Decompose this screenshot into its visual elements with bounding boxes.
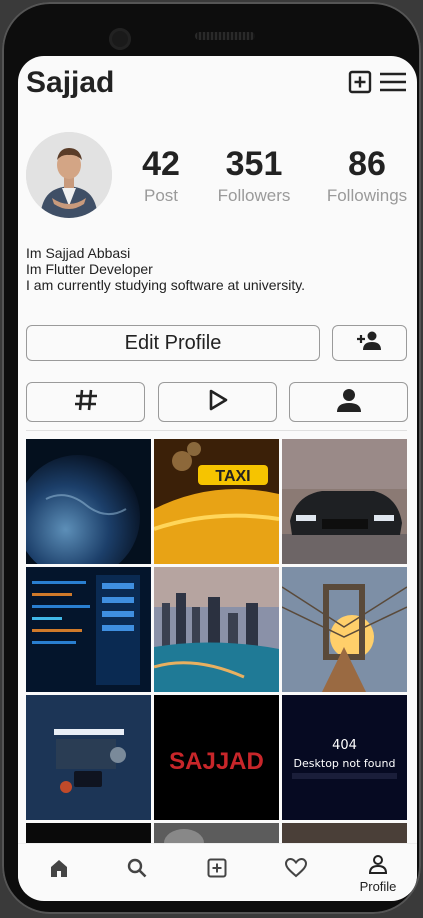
profile-icon (368, 855, 388, 878)
post-server[interactable] (26, 567, 151, 692)
posts-count: 42 (142, 145, 180, 183)
hashtag-icon (74, 388, 98, 417)
phone-frame: Sajjad 42 Post 351 Followers 86 Followin… (2, 2, 421, 914)
person-icon (336, 387, 362, 418)
error-message-text: Desktop not found (294, 757, 396, 770)
stat-followings[interactable]: 86 Followings (322, 146, 412, 206)
bio-line: Im Sajjad Abbasi (26, 245, 131, 261)
add-box-icon (207, 858, 227, 882)
nav-activity[interactable] (284, 857, 308, 883)
plus-square-icon[interactable] (348, 70, 372, 99)
sajjad-logo-text: SAJJAD (169, 748, 264, 775)
post-taxi[interactable]: TAXI (154, 439, 279, 564)
profile-summary: 42 Post 351 Followers 86 Followings (18, 132, 417, 222)
bio-line: Im Flutter Developer (26, 261, 153, 277)
nav-home[interactable] (48, 858, 70, 883)
bio: Im Sajjad Abbasi Im Flutter Developer I … (26, 245, 305, 293)
home-icon (49, 860, 69, 882)
person-add-icon (356, 330, 383, 357)
bio-line: I am currently studying software at univ… (26, 277, 306, 293)
taxi-sign-text: TAXI (215, 468, 250, 485)
tab-videos[interactable] (158, 382, 277, 422)
play-icon (208, 389, 228, 416)
app-header: Sajjad (18, 56, 417, 112)
front-camera (109, 28, 131, 50)
stat-posts[interactable]: 42 Post (128, 146, 194, 206)
edit-profile-button[interactable]: Edit Profile (26, 325, 320, 361)
bottom-navigation: Profile (18, 843, 417, 901)
post-bridge[interactable] (282, 567, 407, 692)
post-earth[interactable] (26, 439, 151, 564)
followers-count: 351 (225, 145, 283, 183)
post-city[interactable] (154, 567, 279, 692)
post-car[interactable] (282, 439, 407, 564)
error-code-text: 404 (332, 738, 357, 753)
earpiece-speaker (195, 32, 255, 40)
followings-count: 86 (348, 145, 386, 183)
stat-followers[interactable]: 351 Followers (210, 146, 298, 206)
posts-label: Post (143, 186, 179, 205)
tab-posts[interactable] (26, 382, 145, 422)
hamburger-menu-icon[interactable] (379, 70, 407, 99)
post-workspace[interactable] (26, 695, 151, 820)
posts-grid: TAXI SAJJAD 404 Desktop not found (26, 439, 408, 901)
nav-profile[interactable]: Profile (352, 854, 404, 894)
followers-label: Followers (217, 186, 291, 205)
followings-label: Followings (326, 186, 408, 205)
search-icon (127, 858, 147, 882)
post-sajjad-logo[interactable]: SAJJAD (154, 695, 279, 820)
post-404[interactable]: 404 Desktop not found (282, 695, 407, 820)
add-user-button[interactable] (332, 325, 407, 361)
page-title: Sajjad (26, 66, 115, 99)
tab-tagged[interactable] (289, 382, 408, 422)
nav-add[interactable] (206, 858, 228, 883)
nav-search[interactable] (126, 858, 148, 883)
nav-profile-label: Profile (359, 879, 397, 894)
app-screen: Sajjad 42 Post 351 Followers 86 Followin… (18, 56, 417, 901)
avatar[interactable] (26, 132, 112, 218)
heart-icon (284, 857, 308, 882)
divider (26, 430, 407, 431)
